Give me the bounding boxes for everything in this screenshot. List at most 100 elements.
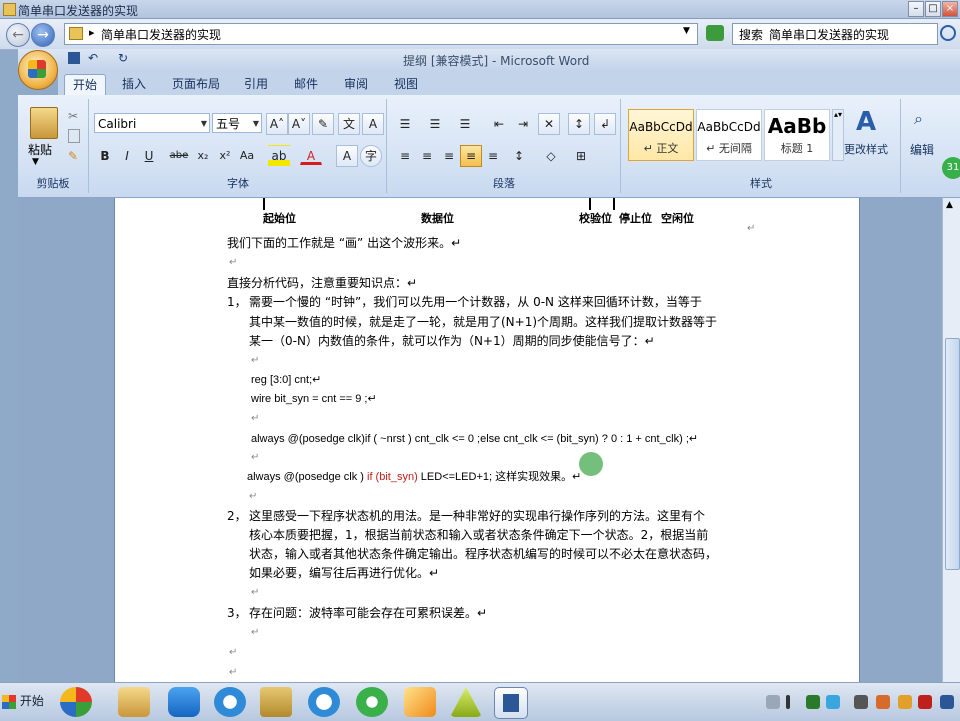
tray-app-icon[interactable] [918,695,932,709]
align-right-icon[interactable]: ≡ [438,145,460,167]
notification-badge[interactable]: 31 [942,157,960,179]
format-painter-icon[interactable]: ✎ [68,149,78,163]
change-styles-label[interactable]: 更改样式 [844,141,888,157]
show-marks-icon[interactable]: ↲ [594,113,616,135]
tray-app-icon[interactable] [876,695,890,709]
search-field[interactable]: 搜索 简单串口发送器的实现 [732,23,938,45]
bullets-icon[interactable]: ☰ [394,113,416,135]
tab-review[interactable]: 审阅 [336,74,376,95]
character-shading-icon[interactable]: A [336,145,358,167]
paste-label[interactable]: 粘贴 [28,141,52,158]
tab-page-layout[interactable]: 页面布局 [164,74,228,95]
superscript-button[interactable]: x² [214,145,236,167]
font-name-select[interactable]: Calibri ▼ [94,113,210,133]
forward-button[interactable]: → [31,23,55,47]
phonetic-guide-icon[interactable]: 文 [338,113,360,135]
undo-icon[interactable]: ↶ [88,51,98,65]
shrink-font-icon[interactable]: A˅ [288,113,310,135]
increase-indent-icon[interactable]: ⇥ [512,113,534,135]
chevron-down-icon[interactable]: ▼ [32,157,39,167]
sort-icon[interactable]: ↕ [568,113,590,135]
cut-icon[interactable]: ✂ [68,109,78,123]
address-field[interactable]: ▸ 简单串口发送器的实现 ▼ [64,23,698,45]
maximize-button[interactable]: □ [925,1,941,17]
vertical-scrollbar[interactable]: ▲ [942,198,960,682]
editing-label[interactable]: 编辑 [910,141,934,158]
justify-icon[interactable]: ≡ [460,145,482,167]
word-taskbar-icon[interactable] [494,687,528,719]
pen-app-icon[interactable] [168,687,200,717]
numbering-icon[interactable]: ☰ [424,113,446,135]
windows-icon[interactable] [60,687,92,717]
clear-format-icon[interactable]: ✎ [312,113,334,135]
browser-icon[interactable] [308,687,340,717]
scroll-up-icon[interactable]: ▲ [946,200,953,210]
align-left-icon[interactable]: ≡ [394,145,416,167]
grow-font-icon[interactable]: A˄ [266,113,288,135]
decrease-indent-icon[interactable]: ⇤ [488,113,510,135]
tab-mailings[interactable]: 邮件 [286,74,326,95]
keyboard-tray-icon[interactable] [766,695,780,709]
change-case-button[interactable]: Aa [236,145,258,167]
multilevel-list-icon[interactable]: ☰ [454,113,476,135]
highlight-icon[interactable]: ab [268,145,290,167]
chevron-down-icon[interactable]: ▼ [683,26,690,36]
tray-app-icon[interactable] [826,695,840,709]
style-normal[interactable]: AaBbCcDd ↵ 正文 [628,109,694,161]
font-color-icon[interactable]: A [300,145,322,165]
distribute-icon[interactable]: ≡ [482,145,504,167]
line-spacing-icon[interactable]: ↕ [508,145,530,167]
document-page[interactable]: 起始位 数据位 校验位 停止位 空闲位 ↵ 我们下面的工作就是 “画” 出这个波… [114,198,860,682]
editor-icon[interactable] [404,687,436,717]
list-number: 3， [227,606,247,620]
cloud-app-icon[interactable] [214,687,246,717]
binoculars-icon[interactable]: ⌕ [914,109,923,129]
network-icon[interactable] [940,695,954,709]
tab-references[interactable]: 引用 [236,74,276,95]
chevron-down-icon: ▼ [252,119,259,128]
search-icon[interactable] [940,25,956,41]
borders-icon[interactable]: ⊞ [570,145,592,167]
list-text: 核心本质要把握，1，根据当前状态和输入或者状态条件确定下一个状态。2，根据当前 [249,528,709,542]
explorer-title: 简单串口发送器的实现 [18,4,139,18]
copy-icon[interactable] [68,129,80,143]
back-button[interactable]: ← [6,23,30,47]
italic-button[interactable]: I [116,145,138,167]
tray-app-icon[interactable] [806,695,820,709]
underline-button[interactable]: U [138,145,160,167]
ie-icon[interactable] [356,687,388,717]
tab-home[interactable]: 开始 [64,74,107,96]
refresh-icon[interactable] [706,25,724,41]
styles-scroll[interactable]: ▴▾ [832,109,844,161]
align-center-icon[interactable]: ≡ [416,145,438,167]
scrollbar-thumb[interactable] [945,338,960,570]
font-size-select[interactable]: 五号 ▼ [212,113,262,133]
volume-icon[interactable] [898,695,912,709]
style-heading-1[interactable]: AaBb 标题 1 [764,109,830,161]
tray-app-icon[interactable] [854,695,868,709]
enclose-characters-icon[interactable]: 字 [360,145,382,167]
close-button[interactable]: × [942,1,958,17]
change-styles-icon[interactable]: A [856,107,876,137]
tab-insert[interactable]: 插入 [114,74,154,95]
office-button[interactable] [18,50,58,90]
strikethrough-button[interactable]: abe [168,145,190,167]
media-app-icon[interactable] [260,687,292,717]
start-button[interactable]: 开始 [2,688,52,714]
subscript-button[interactable]: x₂ [192,145,214,167]
redo-icon[interactable]: ↻ [118,51,128,65]
tool-icon[interactable] [450,687,482,717]
search-value: 简单串口发送器的实现 [769,28,890,42]
save-icon[interactable] [68,52,80,64]
style-no-spacing[interactable]: AaBbCcDd ↵ 无间隔 [696,109,762,161]
clipboard-group: 粘贴 ▼ ✂ ✎ 剪贴板 [18,99,89,193]
paste-icon[interactable] [30,107,58,139]
styles-group-label: 样式 [750,177,772,190]
character-border-icon[interactable]: A [362,113,384,135]
shading-icon[interactable]: ◇ [540,145,562,167]
tab-view[interactable]: 视图 [386,74,426,95]
minimize-button[interactable]: – [908,1,924,17]
explorer-icon[interactable] [118,687,150,717]
bold-button[interactable]: B [94,145,116,167]
chinese-layout-icon[interactable]: ✕ [538,113,560,135]
